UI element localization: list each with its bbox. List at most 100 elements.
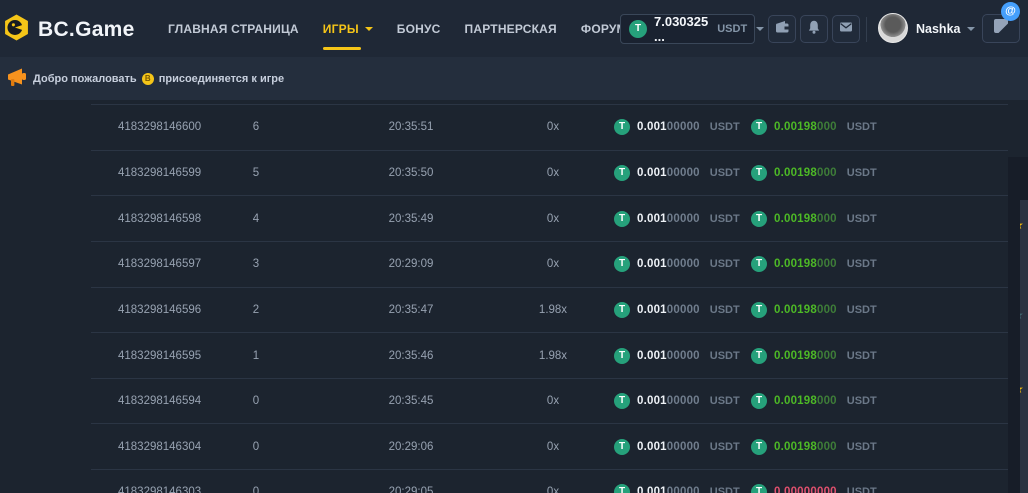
star-fragment-icon: ★ xyxy=(1020,218,1024,232)
bet-time: 20:29:06 xyxy=(301,441,521,453)
bet-id: 4183298146599 xyxy=(91,167,211,179)
tether-icon: T xyxy=(751,348,767,364)
table-row[interactable]: 4183298146599 5 20:35:50 0x T 0.00100000… xyxy=(91,150,1008,196)
user-menu[interactable]: Nashka xyxy=(916,0,975,57)
round-number: 0 xyxy=(211,486,301,493)
payout-multiplier: 1.98x xyxy=(521,350,585,362)
payout-amount: T 0.00198000 USDT xyxy=(751,348,877,364)
tether-icon: T xyxy=(629,20,647,38)
bell-icon xyxy=(806,19,822,40)
tether-icon: T xyxy=(751,165,767,181)
star-fragment-icon: ★ xyxy=(1020,308,1024,322)
table-row[interactable]: 4183298146304 0 20:29:06 0x T 0.00100000… xyxy=(91,423,1008,469)
balance-selector[interactable]: T 7.030325 ... USDT xyxy=(620,14,755,44)
payout-amount: T 0.00000000 USDT xyxy=(751,484,877,493)
main-content: 4183298146600 6 20:35:51 0x T 0.00100000… xyxy=(0,100,1028,493)
notifications-button[interactable] xyxy=(800,15,828,43)
wallet-button[interactable] xyxy=(768,15,796,43)
payout-multiplier: 0x xyxy=(521,441,585,453)
bet-time: 20:35:49 xyxy=(301,213,521,225)
tether-icon: T xyxy=(751,211,767,227)
bet-amount: T 0.00100000 USDT xyxy=(614,393,751,409)
nav-affiliate[interactable]: ПАРТНЕРСКАЯ xyxy=(465,0,557,57)
bet-id: 4183298146304 xyxy=(91,441,211,453)
bet-time: 20:29:09 xyxy=(301,258,521,270)
table-row[interactable]: 4183298146595 1 20:35:46 1.98x T 0.00100… xyxy=(91,332,1008,378)
tether-icon: T xyxy=(614,165,630,181)
tether-icon: T xyxy=(614,302,630,318)
logo-text: BC.Game xyxy=(38,18,135,42)
table-row[interactable]: 4183298146303 0 20:29:05 0x T 0.00100000… xyxy=(91,469,1008,493)
bet-id: 4183298146594 xyxy=(91,395,211,407)
round-number: 5 xyxy=(211,167,301,179)
user-name: Nashka xyxy=(916,22,960,36)
round-number: 4 xyxy=(211,213,301,225)
messages-button[interactable] xyxy=(832,15,860,43)
wallet-icon xyxy=(774,19,790,40)
bet-id: 4183298146596 xyxy=(91,304,211,316)
avatar[interactable] xyxy=(878,13,908,43)
nav-games[interactable]: ИГРЫ xyxy=(323,0,373,57)
bet-amount: T 0.00100000 USDT xyxy=(614,439,751,455)
tether-icon: T xyxy=(614,211,630,227)
bet-id: 4183298146303 xyxy=(91,486,211,493)
tether-icon: T xyxy=(614,439,630,455)
round-number: 0 xyxy=(211,395,301,407)
mail-icon xyxy=(838,19,854,40)
top-header: BC.Game ГЛАВНАЯ СТРАНИЦА ИГРЫ БОНУС ПАРТ… xyxy=(0,0,1028,57)
round-number: 6 xyxy=(211,121,301,133)
payout-multiplier: 0x xyxy=(521,121,585,133)
bet-amount: T 0.00100000 USDT xyxy=(614,211,751,227)
tether-icon: T xyxy=(751,484,767,493)
payout-amount: T 0.00198000 USDT xyxy=(751,256,877,272)
chat-panel-edge[interactable]: ★ ★ ★ xyxy=(1020,200,1028,493)
bet-id: 4183298146598 xyxy=(91,213,211,225)
table-row[interactable]: 4183298146598 4 20:35:49 0x T 0.00100000… xyxy=(91,195,1008,241)
table-row[interactable]: 4183298146600 6 20:35:51 0x T 0.00100000… xyxy=(91,104,1008,150)
payout-amount: T 0.00198000 USDT xyxy=(751,393,877,409)
bcgame-app: BC.Game ГЛАВНАЯ СТРАНИЦА ИГРЫ БОНУС ПАРТ… xyxy=(0,0,1028,493)
chevron-down-icon xyxy=(365,27,373,31)
mention-badge[interactable]: @ xyxy=(1001,2,1020,21)
payout-multiplier: 1.98x xyxy=(521,304,585,316)
bet-time: 20:35:50 xyxy=(301,167,521,179)
coin-icon: B xyxy=(142,73,154,85)
tether-icon: T xyxy=(751,439,767,455)
tether-icon: T xyxy=(751,256,767,272)
payout-multiplier: 0x xyxy=(521,167,585,179)
bet-time: 20:35:51 xyxy=(301,121,521,133)
star-fragment-icon: ★ xyxy=(1020,382,1024,396)
bet-amount: T 0.00100000 USDT xyxy=(614,165,751,181)
bet-table: 4183298146600 6 20:35:51 0x T 0.00100000… xyxy=(91,104,1008,493)
payout-multiplier: 0x xyxy=(521,395,585,407)
payout-amount: T 0.00198000 USDT xyxy=(751,165,877,181)
chat-panel-icon xyxy=(993,18,1009,39)
bet-id: 4183298146595 xyxy=(91,350,211,362)
tether-icon: T xyxy=(614,393,630,409)
payout-amount: T 0.00198000 USDT xyxy=(751,119,877,135)
bet-time: 20:35:46 xyxy=(301,350,521,362)
bet-time: 20:35:45 xyxy=(301,395,521,407)
bet-time: 20:29:05 xyxy=(301,486,521,493)
payout-multiplier: 0x xyxy=(521,213,585,225)
bet-id: 4183298146600 xyxy=(91,121,211,133)
main-nav: ГЛАВНАЯ СТРАНИЦА ИГРЫ БОНУС ПАРТНЕРСКАЯ … xyxy=(168,0,627,57)
chevron-down-icon xyxy=(967,27,975,31)
announcement-message[interactable]: Добро пожаловать B присоединяется к игре xyxy=(33,57,284,100)
tether-icon: T xyxy=(751,119,767,135)
bet-time: 20:35:47 xyxy=(301,304,521,316)
balance-amount: 7.030325 ... xyxy=(654,14,708,44)
round-number: 2 xyxy=(211,304,301,316)
nav-bonus[interactable]: БОНУС xyxy=(397,0,441,57)
table-row[interactable]: 4183298146594 0 20:35:45 0x T 0.00100000… xyxy=(91,378,1008,424)
round-number: 0 xyxy=(211,441,301,453)
table-row[interactable]: 4183298146597 3 20:29:09 0x T 0.00100000… xyxy=(91,241,1008,287)
nav-home[interactable]: ГЛАВНАЯ СТРАНИЦА xyxy=(168,0,299,57)
bet-id: 4183298146597 xyxy=(91,258,211,270)
payout-amount: T 0.00198000 USDT xyxy=(751,302,877,318)
bet-amount: T 0.00100000 USDT xyxy=(614,256,751,272)
table-row[interactable]: 4183298146596 2 20:35:47 1.98x T 0.00100… xyxy=(91,287,1008,333)
logo[interactable]: BC.Game xyxy=(3,14,135,46)
tether-icon: T xyxy=(614,256,630,272)
tether-icon: T xyxy=(614,484,630,493)
